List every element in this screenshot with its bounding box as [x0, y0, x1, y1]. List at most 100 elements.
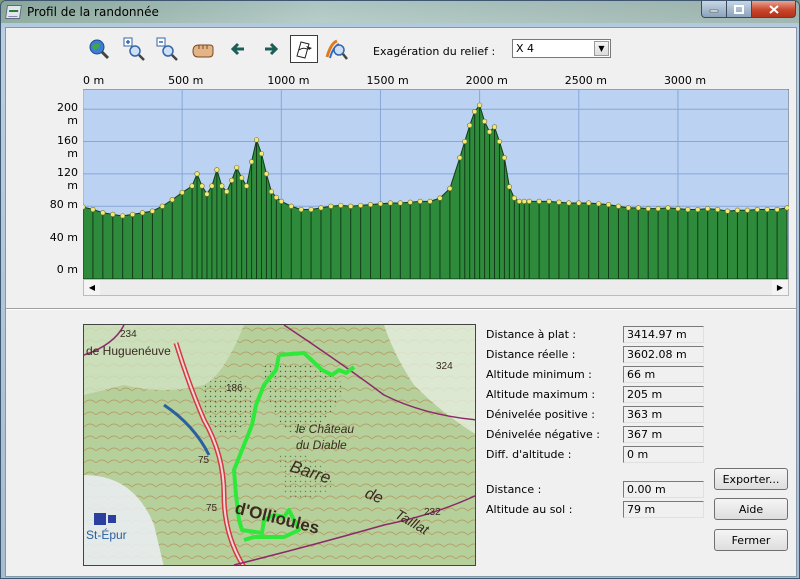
profile-point [724, 208, 731, 214]
profile-point [521, 198, 527, 204]
profile-point [715, 206, 721, 213]
stat-value: 367 m [623, 426, 704, 443]
map-label: 186 [226, 383, 243, 394]
next-button[interactable] [257, 35, 285, 63]
minimize-button[interactable] [701, 1, 727, 18]
zoom-in-button[interactable] [120, 35, 148, 63]
elevation-profile-chart[interactable] [83, 89, 789, 279]
profile-point [129, 211, 136, 217]
stat-label: Diff. d'altitude : [486, 448, 572, 461]
profile-window: Profil de la randonnée Exagération du re… [0, 0, 800, 579]
pan-button[interactable] [189, 35, 217, 63]
map-cursor-icon [296, 41, 312, 59]
help-button[interactable]: Aide [714, 498, 788, 520]
cursor-label: Altitude au sol : [486, 503, 573, 516]
profile-point [328, 203, 334, 209]
profile-point [338, 202, 344, 209]
export-button[interactable]: Exporter... [714, 468, 788, 490]
profile-point [258, 151, 265, 157]
profile-point [437, 195, 443, 201]
cursor-label: Distance : [486, 483, 542, 496]
stat-value: 3602.08 m [623, 346, 704, 363]
profile-point [506, 184, 512, 190]
topo-map: de Huguenéuve 234 186 324 le Château du … [84, 325, 475, 565]
profile-point [288, 203, 294, 209]
close-window-button[interactable] [751, 1, 796, 18]
profile-point [377, 201, 384, 207]
stat-label: Distance réelle : [486, 348, 576, 361]
scroll-left-icon[interactable]: ◀ [84, 280, 100, 295]
profile-scrollbar[interactable]: ◀ ▶ [83, 279, 789, 296]
previous-button[interactable] [224, 35, 252, 63]
map-pointer-button[interactable] [290, 35, 318, 63]
profile-point [367, 202, 374, 208]
chevron-down-icon[interactable]: ▼ [594, 41, 609, 56]
profile-point [427, 198, 433, 204]
profile-point [486, 129, 493, 135]
profile-point [675, 206, 681, 212]
profile-point [526, 198, 532, 204]
route-map[interactable]: de Huguenéuve 234 186 324 le Château du … [83, 324, 476, 566]
profile-point [139, 210, 146, 216]
x-tick-label: 3000 m [663, 74, 707, 87]
profile-point [273, 194, 279, 200]
profile-point [90, 206, 96, 213]
profile-point [477, 102, 483, 108]
profile-point [214, 167, 220, 173]
zoom-in-icon [123, 37, 145, 61]
profile-point [397, 200, 403, 206]
y-tick-label: 40 m [49, 230, 78, 244]
x-tick-label: 2500 m [564, 74, 607, 87]
profile-point [194, 171, 200, 177]
profile-point [358, 202, 364, 209]
profile-point [204, 191, 210, 197]
stat-label: Dénivelée négative : [486, 428, 600, 441]
close-button[interactable]: Fermer [714, 529, 788, 551]
profile-point [586, 200, 592, 206]
map-label: le Château [296, 422, 354, 436]
route-magnifier-icon [325, 39, 348, 60]
stat-label: Altitude maximum : [486, 388, 596, 401]
profile-point [229, 177, 235, 183]
maximize-icon [734, 4, 744, 14]
profile-point [536, 198, 542, 204]
maximize-button[interactable] [726, 1, 752, 18]
profile-point [348, 203, 354, 209]
profile-point [159, 203, 165, 209]
y-tick-label: 80 m [49, 198, 78, 212]
title-bar[interactable]: Profil de la randonnée [1, 1, 799, 23]
profile-point [387, 200, 393, 206]
profile-point [645, 206, 651, 212]
profile-point [734, 207, 741, 213]
profile-point [615, 203, 622, 209]
profile-point [234, 164, 240, 171]
profile-point [566, 200, 572, 206]
scroll-right-icon[interactable]: ▶ [772, 280, 788, 295]
building-icon [94, 513, 106, 525]
x-tick-label: 1500 m [366, 74, 409, 87]
route-search-button[interactable] [323, 35, 351, 63]
y-tick-label: 160 m [57, 133, 78, 160]
profile-point [179, 189, 185, 196]
profile-point [149, 208, 156, 214]
profile-point [189, 183, 195, 189]
profile-point [511, 195, 517, 201]
profile-point [253, 137, 260, 143]
globe-magnifier-icon [89, 39, 110, 60]
stat-label: Distance à plat : [486, 328, 577, 341]
profile-point [417, 198, 423, 204]
profile-point [120, 213, 126, 219]
exaggeration-select[interactable]: X 4 ▼ [512, 39, 611, 58]
x-tick-label: 2000 m [465, 74, 508, 87]
zoom-out-button[interactable] [153, 35, 181, 63]
dialog-client: Exagération du relief : X 4 ▼ 0 m 500 m 10… [5, 27, 797, 577]
map-label: 232 [424, 507, 441, 518]
x-tick-label: 500 m [168, 74, 204, 87]
map-label: 75 [206, 503, 218, 514]
profile-point [209, 183, 215, 189]
cursor-value: 79 m [623, 501, 704, 518]
profile-point [744, 207, 750, 213]
profile-point [501, 155, 508, 161]
profile-point [764, 206, 770, 213]
view-all-button[interactable] [85, 35, 113, 63]
